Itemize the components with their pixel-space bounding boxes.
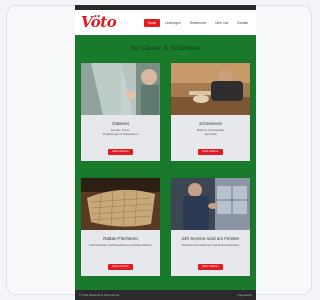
service-description: Flechtarbeiten und Reparaturen an Rattan…: [89, 243, 152, 247]
service-title: Rattan-Flechterei: [103, 236, 138, 241]
service-card-schreinerei[interactable]: Schreinerei Möbel & Innenausbau nach Maß…: [171, 63, 250, 161]
service-image-rattan: [81, 178, 160, 230]
footer-copyright: © Vöto Glaserei & Schreinerei: [79, 293, 120, 297]
site-header: Vöto Home Leistungen Referenzen Über uns…: [75, 10, 256, 35]
nav-item-referenzen[interactable]: Referenzen: [186, 19, 210, 27]
service-more-button[interactable]: Mehr erfahren: [198, 264, 223, 270]
page-headline: Ihr Glaser & Schreiner: [130, 45, 201, 52]
nav-item-home[interactable]: Home: [143, 19, 161, 27]
service-image-window-repair: [171, 178, 250, 230]
service-more-button[interactable]: Mehr erfahren: [108, 264, 133, 270]
site-logo[interactable]: Vöto: [81, 13, 117, 31]
service-more-button[interactable]: Mehr erfahren: [198, 149, 223, 155]
service-card-rattan[interactable]: Rattan-Flechterei Flechtarbeiten und Rep…: [81, 178, 160, 276]
nav-item-kontakt[interactable]: Kontakt: [233, 19, 252, 27]
service-description: Notdienst bei Glasbruch und Einbruchschä…: [181, 243, 240, 247]
footer-impressum-link[interactable]: Impressum: [237, 293, 252, 297]
service-image-carpenter: [171, 63, 250, 115]
site-footer: © Vöto Glaserei & Schreinerei Impressum: [75, 290, 256, 300]
service-title: Schreinerei: [199, 121, 222, 126]
service-title: 24h Service rund um Fenster: [181, 236, 240, 241]
nav-item-leistungen[interactable]: Leistungen: [161, 19, 185, 27]
service-card-24h-service[interactable]: 24h Service rund um Fenster Notdienst be…: [171, 178, 250, 276]
nav-item-ueber-uns[interactable]: Über uns: [211, 19, 232, 27]
service-card-glaserei[interactable]: Glaserei Fenster, Türen, Verglasungen & …: [81, 63, 160, 161]
main-nav: Home Leistungen Referenzen Über uns Kont…: [143, 19, 252, 27]
service-more-button[interactable]: Mehr erfahren: [108, 149, 133, 155]
website-preview: Vöto Home Leistungen Referenzen Über uns…: [75, 5, 256, 300]
service-image-glass: [81, 63, 160, 115]
service-description: Möbel & Innenausbau nach Maß: [196, 128, 225, 136]
service-description: Fenster, Türen, Verglasungen & Reparatur…: [102, 128, 139, 136]
service-title: Glaserei: [112, 121, 129, 126]
